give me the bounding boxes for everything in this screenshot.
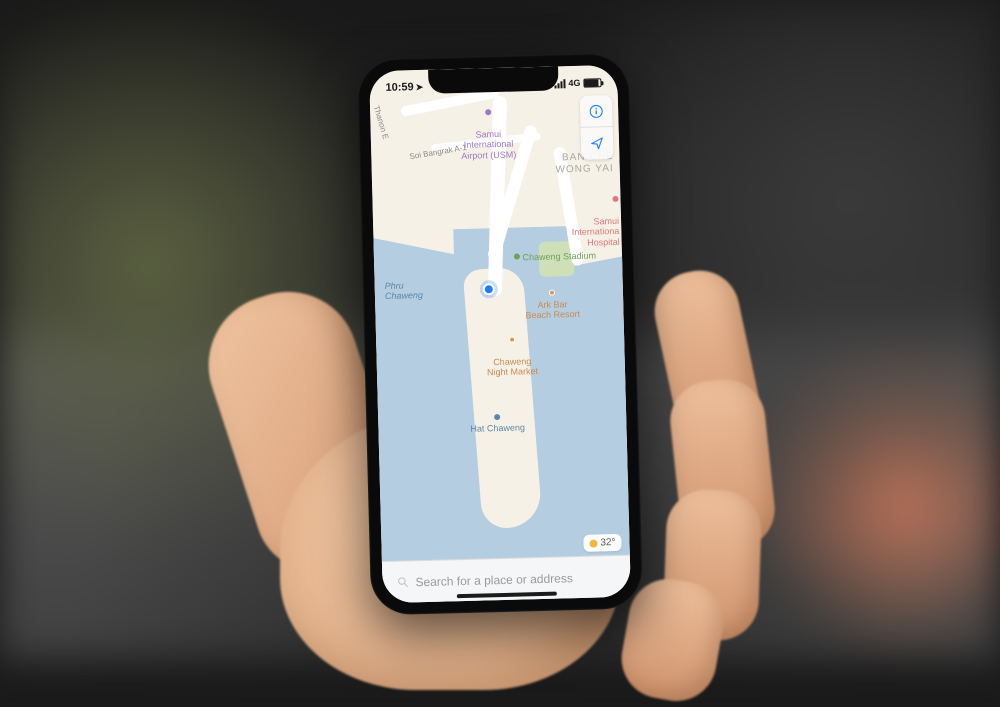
park-icon — [514, 253, 520, 259]
search-input[interactable] — [415, 570, 616, 589]
temperature-label: 32° — [600, 537, 615, 548]
info-icon — [588, 103, 604, 119]
sun-icon — [589, 539, 597, 547]
poi-pin-icon — [549, 290, 555, 296]
locate-me-button[interactable] — [581, 127, 614, 160]
poi-bus[interactable]: Hat Chaweng — [470, 412, 525, 434]
status-time: 10:59 — [385, 81, 413, 94]
location-arrow-icon — [589, 135, 605, 151]
phone-frame: 10:59 ➤ 4G Thanon E Soi Bangrak A-1 — [357, 53, 643, 616]
info-button[interactable] — [580, 95, 613, 128]
poi-hospital[interactable]: Samui Internationa Hospital — [571, 185, 620, 248]
bus-icon — [494, 414, 500, 420]
network-label: 4G — [568, 78, 580, 88]
poi-airport[interactable]: Samui International Airport (USM) — [460, 98, 517, 161]
search-icon — [396, 575, 409, 588]
poi-pin-icon — [509, 337, 515, 343]
weather-chip[interactable]: 32° — [583, 534, 622, 552]
airplane-icon — [485, 110, 491, 116]
poi-resort[interactable]: Ark Bar Beach Resort — [525, 278, 581, 321]
location-services-icon: ➤ — [416, 81, 424, 92]
hospital-icon — [612, 196, 618, 202]
battery-icon — [583, 78, 601, 87]
notch — [428, 66, 559, 93]
road-label-thanon: Thanon E — [372, 104, 391, 140]
poi-stadium[interactable]: Chaweng Stadium — [514, 250, 596, 262]
water-label-lagoon: Phru Chaweng — [385, 280, 424, 302]
phone-screen: 10:59 ➤ 4G Thanon E Soi Bangrak A-1 — [369, 65, 631, 603]
poi-market[interactable]: Chaweng Night Market — [486, 325, 538, 378]
map-controls — [580, 95, 614, 160]
